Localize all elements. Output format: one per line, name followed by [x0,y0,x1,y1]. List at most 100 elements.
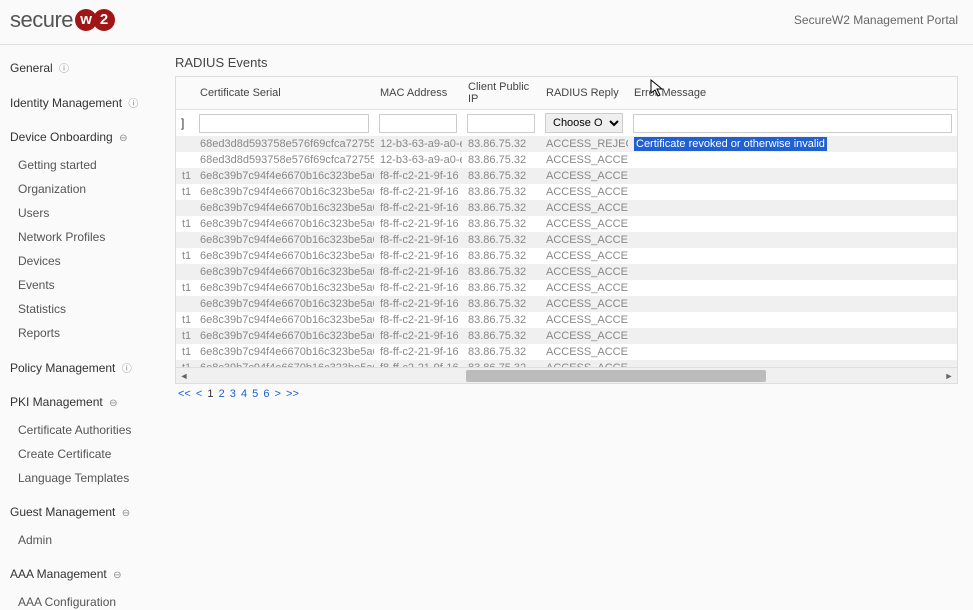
hscroll-left-icon[interactable]: ◄ [176,368,192,384]
nav-section-device-onboarding[interactable]: Device Onboarding ⊖ [10,125,160,149]
cell: ACCESS_ACCEPT [540,248,628,264]
cell: 6e8c39b7c94f4e6670b16c323be5a6af [194,248,374,264]
table-row[interactable]: 68ed3d8d593758e576f69cfca727557c12-b3-63… [176,152,957,168]
filter-client-ip[interactable] [467,114,535,133]
table-row[interactable]: t16e8c39b7c94f4e6670b16c323be5a6aff8-ff-… [176,312,957,328]
cell: 6e8c39b7c94f4e6670b16c323be5a6af [194,360,374,367]
table-row[interactable]: 6e8c39b7c94f4e6670b16c323be5a6aff8-ff-c2… [176,200,957,216]
cell-error [628,264,957,280]
nav-section-pki-management[interactable]: PKI Management ⊖ [10,390,160,414]
cell [176,232,194,248]
table-scroll[interactable]: Certificate Serial MAC Address Client Pu… [176,77,957,367]
nav-item-organization[interactable]: Organization [18,177,160,201]
col-cert-serial[interactable]: Certificate Serial [194,77,374,110]
table-row[interactable]: t16e8c39b7c94f4e6670b16c323be5a6aff8-ff-… [176,328,957,344]
nav-item-reports[interactable]: Reports [18,321,160,345]
col-error-msg[interactable]: Error Message [628,77,957,110]
collapse-icon: ⊖ [122,508,130,519]
table-row[interactable]: t16e8c39b7c94f4e6670b16c323be5a6aff8-ff-… [176,184,957,200]
col-expand [176,77,194,110]
nav-section-aaa-management[interactable]: AAA Management ⊖ [10,562,160,586]
cell: 6e8c39b7c94f4e6670b16c323be5a6af [194,232,374,248]
cell: 6e8c39b7c94f4e6670b16c323be5a6af [194,328,374,344]
nav-item-create-certificate[interactable]: Create Certificate [18,442,160,466]
cell: 6e8c39b7c94f4e6670b16c323be5a6af [194,168,374,184]
nav-section-guest-management[interactable]: Guest Management ⊖ [10,500,160,524]
cell: ACCESS_ACCEPT [540,312,628,328]
page-1[interactable]: 1 [207,388,213,400]
page-6[interactable]: 6 [263,388,269,400]
hscroll-thumb[interactable] [466,370,766,382]
cell-error [628,280,957,296]
cell: 6e8c39b7c94f4e6670b16c323be5a6af [194,344,374,360]
nav-item-certificate-authorities[interactable]: Certificate Authorities [18,418,160,442]
page-prev[interactable]: < [196,388,202,400]
page-5[interactable]: 5 [252,388,258,400]
hscroll-right-icon[interactable]: ► [941,368,957,384]
nav-section-policy-management[interactable]: Policy Management ⓘ [10,355,160,380]
logo: secure w 2 [10,7,115,33]
nav-section-identity-management[interactable]: Identity Management ⓘ [10,90,160,115]
cell: f8-ff-c2-21-9f-16 [374,264,462,280]
cell-error [628,344,957,360]
cell: 83.86.75.32 [462,184,540,200]
filter-error-msg[interactable] [633,114,952,133]
nav-item-statistics[interactable]: Statistics [18,297,160,321]
table-row[interactable]: t16e8c39b7c94f4e6670b16c323be5a6aff8-ff-… [176,216,957,232]
cell-error [628,152,957,168]
table-row[interactable]: t16e8c39b7c94f4e6670b16c323be5a6aff8-ff-… [176,168,957,184]
nav-item-network-profiles[interactable]: Network Profiles [18,225,160,249]
filter-radius-reply[interactable]: Choose One [545,113,623,133]
events-table-container: Certificate Serial MAC Address Client Pu… [175,76,958,384]
cell [176,200,194,216]
main: RADIUS Events Certificate Serial MAC Add… [160,45,973,610]
cell: t1 [176,328,194,344]
cell-error [628,312,957,328]
cell: f8-ff-c2-21-9f-16 [374,232,462,248]
pagination: << < 1 2 3 4 5 6 > >> [175,384,958,404]
cell: f8-ff-c2-21-9f-16 [374,184,462,200]
cell [176,264,194,280]
cell: 83.86.75.32 [462,344,540,360]
cell: ACCESS_ACCEPT [540,168,628,184]
nav-item-users[interactable]: Users [18,201,160,225]
table-row[interactable]: 6e8c39b7c94f4e6670b16c323be5a6aff8-ff-c2… [176,264,957,280]
cell: ACCESS_ACCEPT [540,296,628,312]
nav-item-getting-started[interactable]: Getting started [18,153,160,177]
page-next[interactable]: > [275,388,281,400]
filter-cert-serial[interactable] [199,114,369,133]
page-4[interactable]: 4 [241,388,247,400]
table-row[interactable]: t16e8c39b7c94f4e6670b16c323be5a6aff8-ff-… [176,344,957,360]
selected-text: Certificate revoked or otherwise invalid [634,137,827,151]
nav-item-language-templates[interactable]: Language Templates [18,466,160,490]
page-first[interactable]: << [178,388,191,400]
cell: ACCESS_REJECT [540,136,628,152]
filter-mac[interactable] [379,114,457,133]
cell: 83.86.75.32 [462,168,540,184]
cell: ACCESS_ACCEPT [540,152,628,168]
table-row[interactable]: t16e8c39b7c94f4e6670b16c323be5a6aff8-ff-… [176,360,957,367]
col-mac[interactable]: MAC Address [374,77,462,110]
nav-item-events[interactable]: Events [18,273,160,297]
table-row[interactable]: 6e8c39b7c94f4e6670b16c323be5a6aff8-ff-c2… [176,232,957,248]
table-row[interactable]: 68ed3d8d593758e576f69cfca727557c12-b3-63… [176,136,957,152]
events-table: Certificate Serial MAC Address Client Pu… [176,77,957,367]
page-last[interactable]: >> [286,388,299,400]
nav-item-devices[interactable]: Devices [18,249,160,273]
table-row[interactable]: t16e8c39b7c94f4e6670b16c323be5a6aff8-ff-… [176,248,957,264]
cell: t1 [176,312,194,328]
nav-section-general[interactable]: General ⓘ [10,55,160,80]
sidebar: General ⓘ Identity Management ⓘ Device Onb… [0,45,160,610]
nav-item-aaa-configuration[interactable]: AAA Configuration [18,590,160,610]
cell-error [628,232,957,248]
page-2[interactable]: 2 [219,388,225,400]
table-row[interactable]: 6e8c39b7c94f4e6670b16c323be5a6aff8-ff-c2… [176,296,957,312]
col-client-ip[interactable]: Client Public IP [462,77,540,110]
page-3[interactable]: 3 [230,388,236,400]
nav-item-admin[interactable]: Admin [18,528,160,552]
cell-error [628,200,957,216]
cell: 83.86.75.32 [462,136,540,152]
table-row[interactable]: t16e8c39b7c94f4e6670b16c323be5a6aff8-ff-… [176,280,957,296]
col-radius-reply[interactable]: RADIUS Reply [540,77,628,110]
horizontal-scrollbar[interactable]: ◄ ► [176,367,957,383]
